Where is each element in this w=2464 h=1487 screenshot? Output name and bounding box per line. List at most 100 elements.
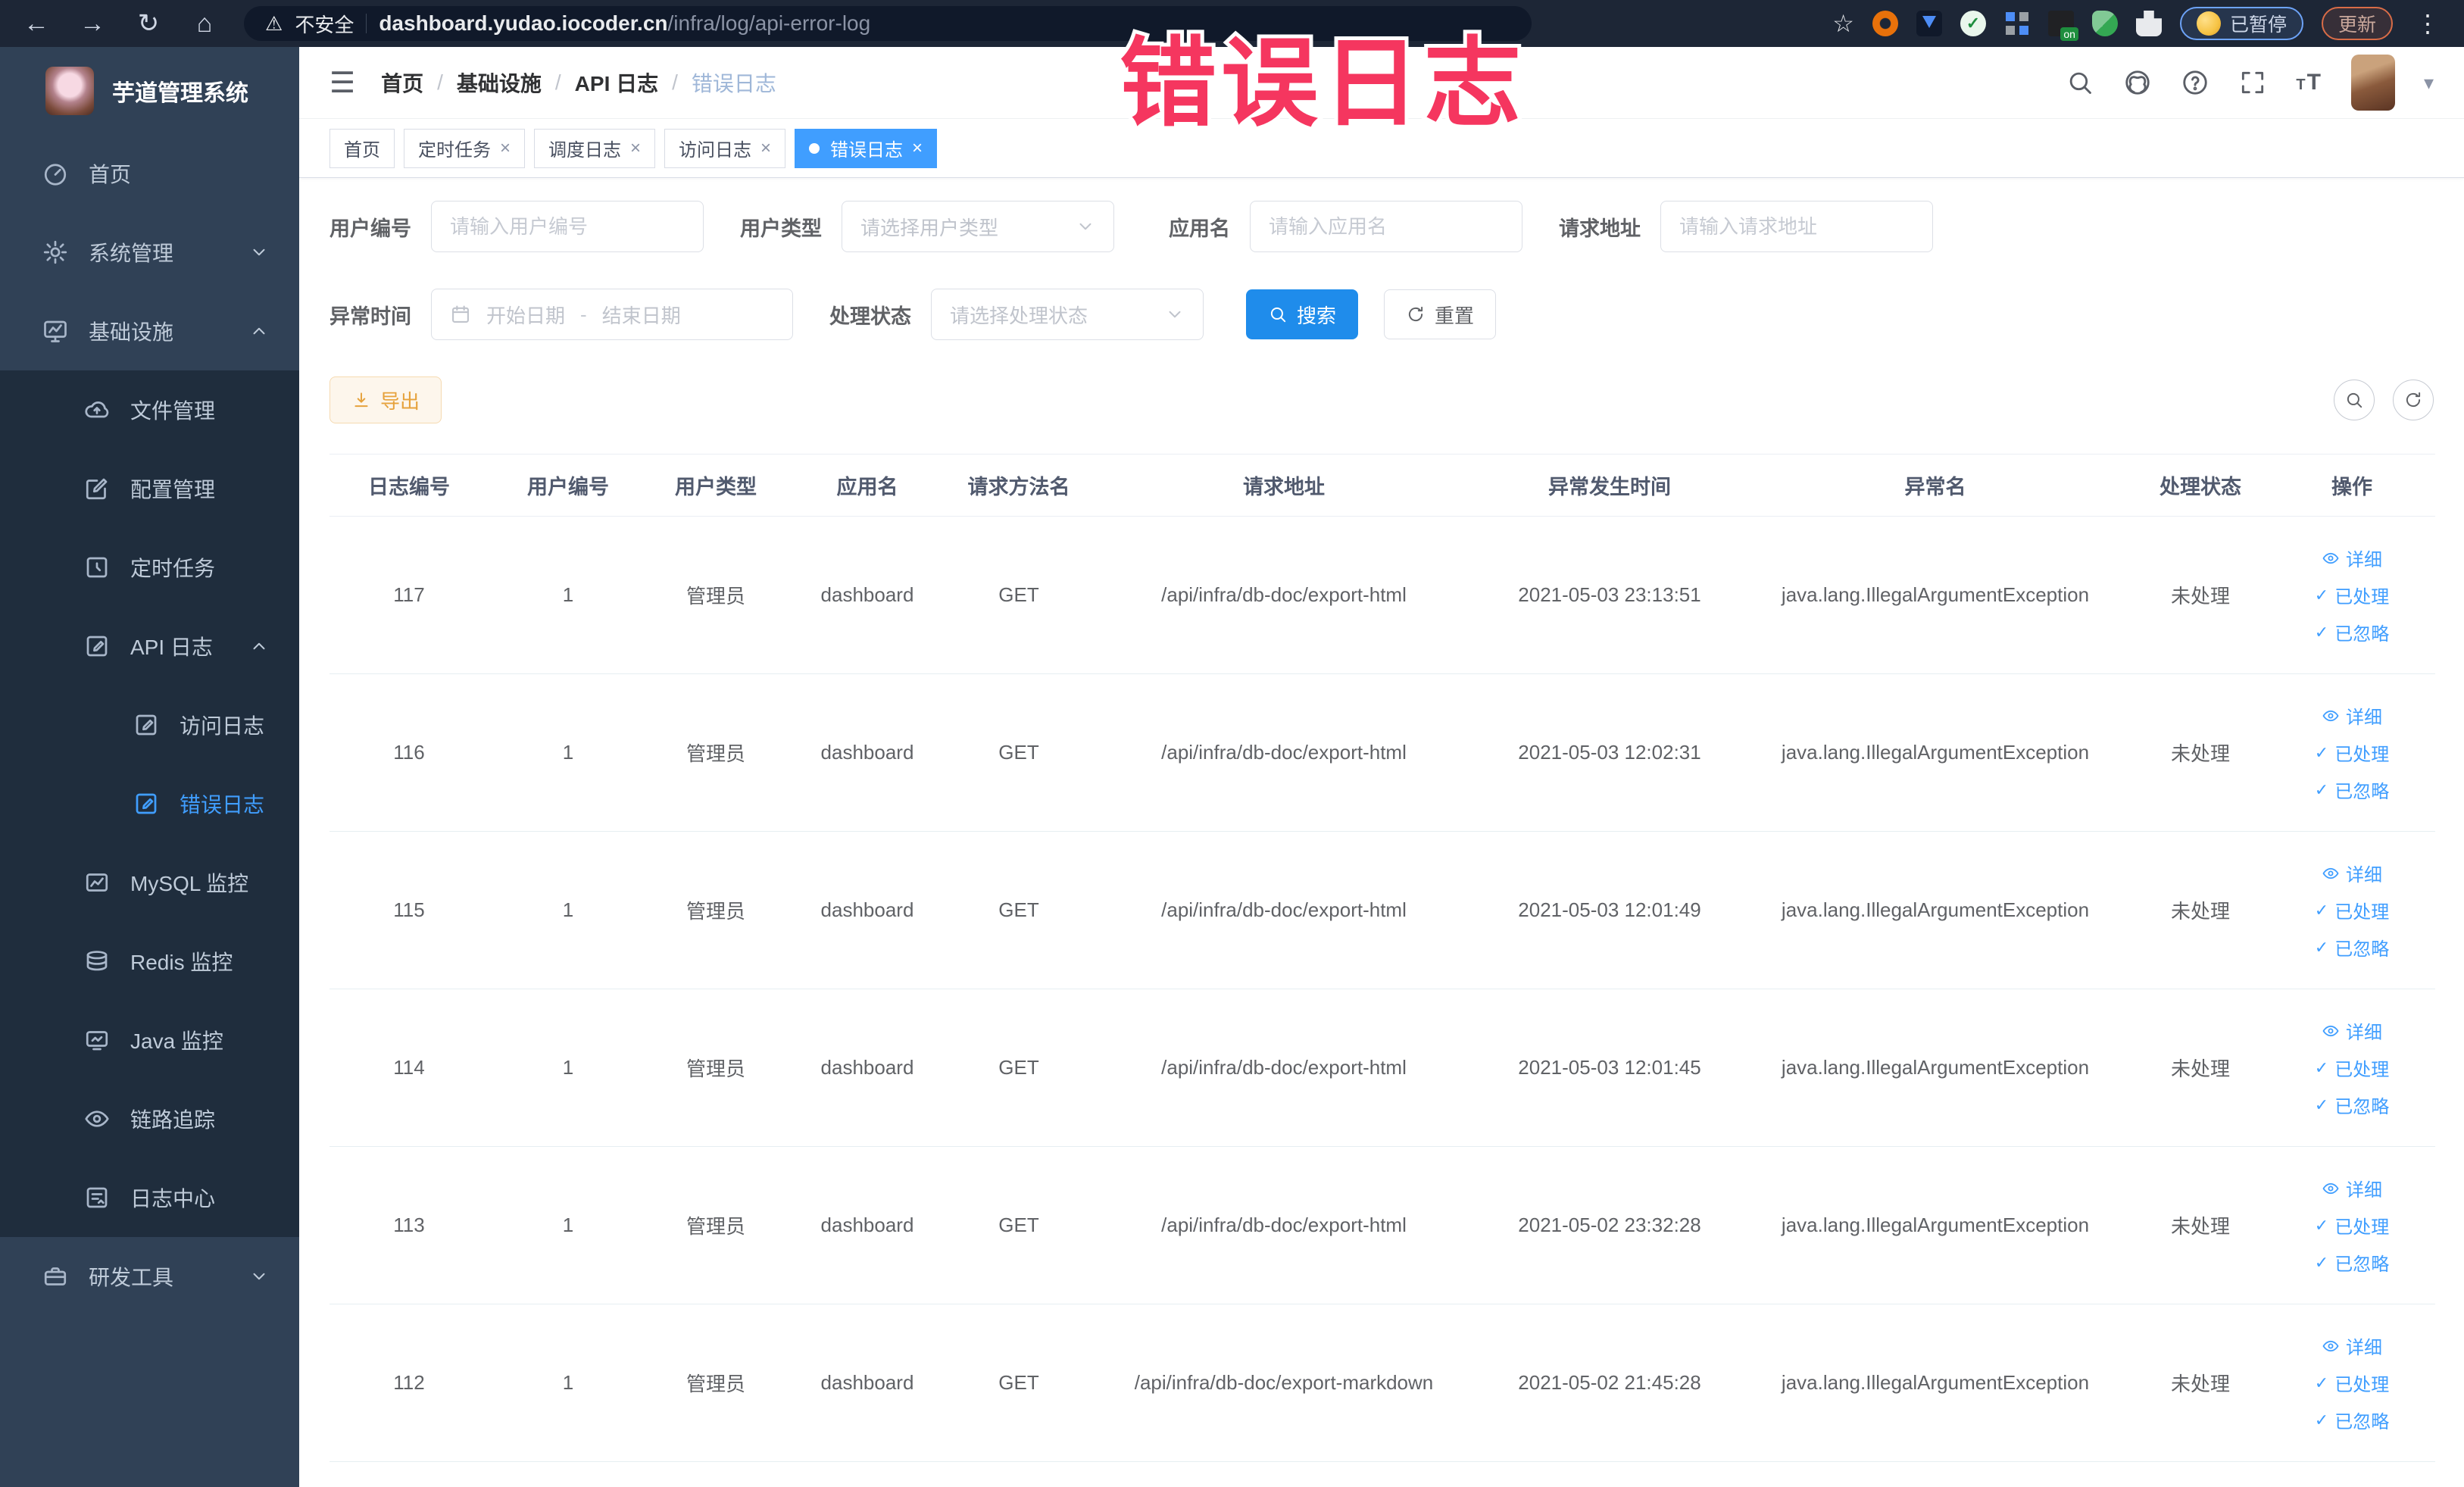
check-icon: ✓ [2314,1410,2329,1429]
extension-shield-icon[interactable] [1916,11,1942,36]
sidebar-item-access-log[interactable]: 访问日志 [0,686,299,764]
user-type-cell: 管理员 [648,516,784,674]
sidebar-item-system[interactable]: 系统管理 [0,213,299,292]
sidebar-logo[interactable]: 芋道管理系统 [0,47,299,134]
app-name-field[interactable] [1250,201,1522,252]
mark-ignored-link[interactable]: ✓ 已忽略 [2315,1092,2389,1118]
exception-time-range-picker[interactable]: 开始日期 - 结束日期 [431,289,793,340]
extension-ring-icon[interactable] [1872,11,1898,36]
browser-forward-icon[interactable]: → [76,9,109,39]
mark-processed-link[interactable]: ✓ 已处理 [2315,897,2389,923]
github-icon[interactable] [2123,68,2152,97]
tab-access-log[interactable]: 访问日志 × [664,128,786,168]
close-icon[interactable]: × [912,138,923,159]
export-button[interactable]: 导出 [329,376,442,423]
process-status-select[interactable]: 请选择处理状态 [931,289,1204,340]
sidebar-item-trace[interactable]: 链路追踪 [0,1079,299,1158]
tab-home[interactable]: 首页 [329,128,395,168]
app-title: 芋道管理系统 [112,80,248,106]
chart-icon [83,869,111,896]
mark-processed-link[interactable]: ✓ 已处理 [2315,1212,2389,1239]
app-name-input[interactable] [1269,214,1504,239]
operations-cell: 详细 ✓ 已处理 ✓ 已忽略 [2269,516,2435,674]
sidebar-item-mysql-monitor[interactable]: MySQL 监控 [0,843,299,922]
extension-switch-icon[interactable] [2047,11,2078,41]
hamburger-icon[interactable]: ☰ [329,66,355,100]
tab-error-log[interactable]: 错误日志 × [795,128,938,168]
sidebar-item-dev-tools[interactable]: 研发工具 [0,1237,299,1316]
avatar-caret-icon[interactable]: ▾ [2424,71,2434,95]
sidebar-item-log-center[interactable]: 日志中心 [0,1158,299,1237]
detail-link[interactable]: 详细 [2322,1017,2382,1044]
sidebar-item-error-log[interactable]: 错误日志 [0,764,299,843]
detail-link[interactable]: 详细 [2322,1332,2382,1359]
sidebar-item-java-monitor[interactable]: Java 监控 [0,1001,299,1079]
mark-processed-link[interactable]: ✓ 已处理 [2315,582,2389,608]
mark-ignored-link[interactable]: ✓ 已忽略 [2315,1249,2389,1276]
sidebar-item-infrastructure[interactable]: 基础设施 [0,292,299,370]
eye-icon [2322,864,2340,883]
chevron-up-icon [249,636,269,656]
tab-schedule-log[interactable]: 调度日志 × [534,128,656,168]
user-id-input[interactable] [450,214,685,239]
browser-menu-icon[interactable]: ⋮ [2411,9,2444,38]
browser-update-button[interactable]: 更新 [2321,7,2393,40]
mark-ignored-link[interactable]: ✓ 已忽略 [2315,934,2389,961]
eye-icon [83,1105,111,1132]
download-icon [351,390,371,410]
search-button[interactable]: 搜索 [1246,289,1359,339]
user-id-field[interactable] [431,201,704,252]
profile-avatar [2196,11,2221,36]
help-icon[interactable] [2181,68,2209,97]
mark-processed-link[interactable]: ✓ 已处理 [2315,1370,2389,1396]
sidebar-item-home[interactable]: 首页 [0,134,299,213]
log-edit-icon [83,633,111,660]
check-icon: ✓ [2314,622,2329,642]
tab-scheduled-jobs[interactable]: 定时任务 × [404,128,526,168]
user-type-cell: 管理员 [648,673,784,832]
sidebar-item-scheduled-jobs[interactable]: 定时任务 [0,528,299,607]
toggle-search-button[interactable] [2334,380,2375,420]
refresh-button[interactable] [2393,380,2434,420]
sidebar-item-redis-monitor[interactable]: Redis 监控 [0,922,299,1001]
breadcrumb: 首页 / 基础设施 / API 日志 / 错误日志 [381,67,776,98]
search-icon[interactable] [2066,68,2094,97]
extensions-puzzle-icon[interactable] [2135,11,2162,36]
breadcrumb-home[interactable]: 首页 [381,67,423,98]
browser-home-icon[interactable]: ⌂ [188,9,221,39]
user-id-cell: 1 [489,831,648,989]
mark-ignored-link[interactable]: ✓ 已忽略 [2315,776,2389,803]
mark-processed-link[interactable]: ✓ 已处理 [2315,1054,2389,1081]
user-avatar[interactable] [2350,55,2395,111]
breadcrumb-api-log[interactable]: API 日志 [575,67,658,98]
sidebar-item-file-management[interactable]: 文件管理 [0,370,299,449]
mark-processed-link[interactable]: ✓ 已处理 [2315,739,2389,766]
bookmark-star-icon[interactable]: ☆ [1832,9,1854,38]
mark-ignored-link[interactable]: ✓ 已忽略 [2315,1407,2389,1433]
breadcrumb-infrastructure[interactable]: 基础设施 [457,67,542,98]
browser-back-icon[interactable]: ← [20,9,53,39]
not-secure-warning-icon[interactable]: ⚠ [265,12,283,36]
close-icon[interactable]: × [760,138,771,159]
extension-grid-icon[interactable] [2003,11,2030,36]
fullscreen-icon[interactable] [2238,68,2267,97]
detail-link[interactable]: 详细 [2322,860,2382,886]
sidebar-item-api-log[interactable]: API 日志 [0,607,299,686]
close-icon[interactable]: × [630,138,641,159]
mark-ignored-link[interactable]: ✓ 已忽略 [2315,619,2389,645]
close-icon[interactable]: × [500,138,511,159]
extension-leaf-icon[interactable] [2091,11,2118,36]
extension-check-icon[interactable] [1960,11,1986,36]
reset-button[interactable]: 重置 [1384,289,1497,339]
font-size-icon[interactable]: TT [2296,70,2322,95]
sidebar-item-config-management[interactable]: 配置管理 [0,449,299,528]
profile-paused-chip[interactable]: 已暂停 [2179,7,2303,40]
browser-reload-icon[interactable]: ↻ [132,8,165,39]
detail-link[interactable]: 详细 [2322,702,2382,729]
request-url-field[interactable] [1660,201,1933,252]
detail-link[interactable]: 详细 [2322,1175,2382,1201]
request-url-input[interactable] [1679,214,1914,239]
user-type-select[interactable]: 请选择用户类型 [842,201,1114,252]
address-bar[interactable]: ⚠ 不安全 dashboard.yudao.iocoder.cn/infra/l… [244,6,1532,41]
detail-link[interactable]: 详细 [2322,545,2382,571]
